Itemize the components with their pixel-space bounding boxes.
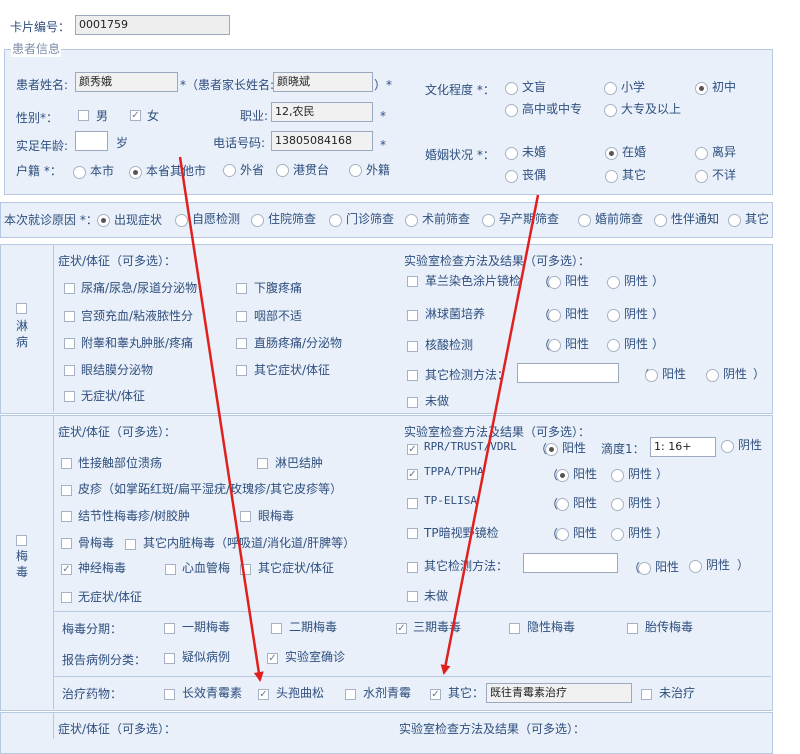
- annotation-arrow-left: [178, 156, 264, 682]
- annotation-arrow-right: [440, 194, 540, 675]
- annotation-arrows: [178, 156, 540, 682]
